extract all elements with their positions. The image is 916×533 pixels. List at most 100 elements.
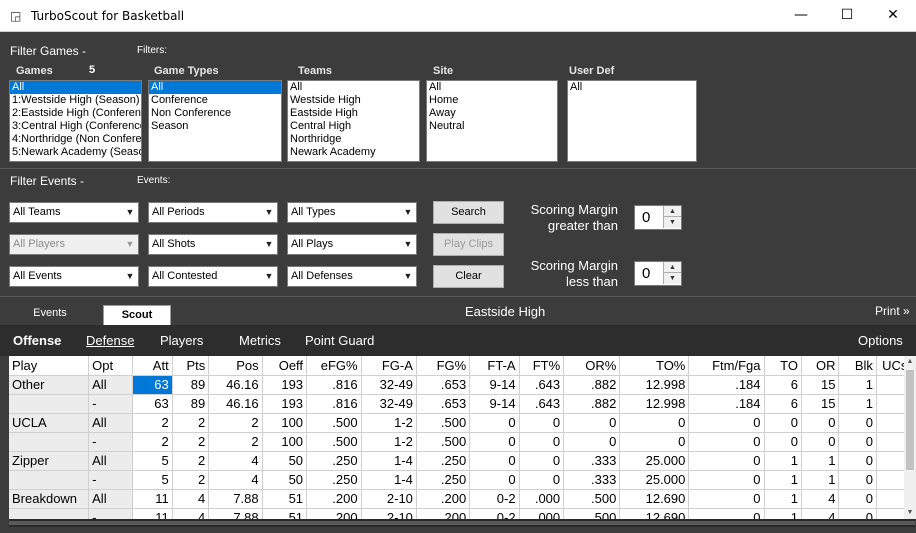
- table-cell[interactable]: .500: [306, 432, 362, 452]
- table-cell[interactable]: 12.998: [619, 375, 690, 395]
- table-cell[interactable]: 2: [172, 451, 210, 471]
- teams-combo[interactable]: All Teams ▼: [9, 202, 139, 223]
- table-cell[interactable]: Breakdown: [9, 489, 90, 509]
- table-cell[interactable]: .500: [416, 413, 471, 433]
- column-header[interactable]: Pos: [208, 356, 263, 376]
- table-cell[interactable]: .200: [306, 489, 362, 509]
- margin-less-spinner[interactable]: 0 ▲ ▼: [634, 261, 682, 286]
- clear-button[interactable]: Clear: [433, 265, 504, 288]
- table-cell[interactable]: All: [88, 451, 134, 471]
- scout-table[interactable]: Play Opt Att Pts Pos Oeff eFG% FG-A FG% …: [9, 356, 915, 519]
- table-cell[interactable]: 0: [519, 432, 565, 452]
- print-button[interactable]: Print »: [875, 304, 910, 318]
- list-item[interactable]: All: [427, 81, 557, 94]
- table-cell[interactable]: All: [88, 375, 134, 395]
- spin-up-icon[interactable]: ▲: [663, 262, 681, 273]
- column-header[interactable]: FG-A: [361, 356, 417, 376]
- table-cell[interactable]: 1: [764, 470, 802, 490]
- table-cell[interactable]: .250: [416, 470, 471, 490]
- table-cell[interactable]: 0: [838, 451, 877, 471]
- table-cell[interactable]: 32-49: [361, 375, 417, 395]
- table-cell[interactable]: .500: [563, 508, 621, 519]
- view-players[interactable]: Players: [160, 333, 203, 348]
- column-header[interactable]: eFG%: [306, 356, 362, 376]
- table-cell[interactable]: 2: [172, 432, 210, 452]
- table-cell[interactable]: 0: [764, 432, 802, 452]
- table-cell[interactable]: .500: [416, 432, 471, 452]
- table-cell[interactable]: 7.88: [208, 508, 263, 519]
- table-cell[interactable]: 0: [838, 470, 877, 490]
- table-cell[interactable]: Zipper: [9, 451, 90, 471]
- column-header[interactable]: Ftm/Fga: [688, 356, 765, 376]
- tab-events[interactable]: Events: [22, 307, 78, 319]
- table-row[interactable]: -222100.5001-2.500000000000: [9, 432, 915, 452]
- table-cell[interactable]: .184: [688, 375, 765, 395]
- list-item[interactable]: Northridge: [288, 133, 419, 146]
- table-row[interactable]: Breakdown All 11 4 7.88 51.200 2-10.200 0-2.000…: [9, 489, 915, 509]
- table-cell[interactable]: .184: [688, 394, 765, 414]
- column-header[interactable]: FT%: [519, 356, 565, 376]
- types-combo[interactable]: All Types ▼: [287, 202, 417, 223]
- table-cell[interactable]: 5: [132, 470, 173, 490]
- column-header[interactable]: TO%: [619, 356, 690, 376]
- table-cell[interactable]: 51: [262, 489, 308, 509]
- table-cell[interactable]: 0: [688, 489, 765, 509]
- table-cell[interactable]: .816: [306, 394, 362, 414]
- table-cell[interactable]: .000: [519, 508, 565, 519]
- table-row[interactable]: UCLAAll222100.5001-2.500000000000: [9, 413, 915, 433]
- table-row[interactable]: -11 4 7.88 51.200 2-10.200 0-2.000.500 12.690 0…: [9, 508, 915, 519]
- table-cell[interactable]: Other: [9, 375, 90, 395]
- table-row[interactable]: -63 89 46.16 193.816 32-49.653 9-14.643.882 12…: [9, 394, 915, 414]
- table-cell[interactable]: 63: [132, 394, 173, 414]
- horizontal-scrollbar[interactable]: [9, 519, 915, 527]
- column-header[interactable]: TO: [764, 356, 802, 376]
- table-cell[interactable]: -: [88, 394, 134, 414]
- table-cell[interactable]: 32-49: [361, 394, 417, 414]
- list-item[interactable]: All: [568, 81, 696, 94]
- table-cell[interactable]: 12.998: [619, 394, 690, 414]
- table-cell[interactable]: 1-4: [361, 470, 417, 490]
- table-cell[interactable]: All: [88, 489, 134, 509]
- table-cell[interactable]: 1: [764, 489, 802, 509]
- scroll-up-icon[interactable]: ▲: [904, 356, 916, 368]
- list-item[interactable]: All: [149, 81, 281, 94]
- table-cell[interactable]: .653: [416, 375, 471, 395]
- table-cell[interactable]: 1: [838, 375, 877, 395]
- table-cell[interactable]: .250: [306, 451, 362, 471]
- table-cell[interactable]: 5: [132, 451, 173, 471]
- table-cell[interactable]: 4: [801, 489, 840, 509]
- table-cell[interactable]: 12.690: [619, 489, 690, 509]
- scroll-thumb[interactable]: [9, 521, 915, 525]
- list-item[interactable]: 4:Northridge (Non Conference): [10, 133, 141, 146]
- table-cell[interactable]: [9, 470, 90, 490]
- table-cell[interactable]: 11: [132, 508, 173, 519]
- table-cell[interactable]: 11: [132, 489, 173, 509]
- table-cell[interactable]: 0: [563, 413, 621, 433]
- spin-down-icon[interactable]: ▼: [663, 273, 681, 284]
- search-button[interactable]: Search: [433, 201, 504, 224]
- table-cell[interactable]: 0: [801, 432, 840, 452]
- table-cell[interactable]: 1: [764, 508, 802, 519]
- table-cell[interactable]: 15: [801, 375, 840, 395]
- table-cell[interactable]: [9, 394, 90, 414]
- table-cell[interactable]: 2: [132, 413, 173, 433]
- table-cell[interactable]: 1: [764, 451, 802, 471]
- table-cell[interactable]: 1: [801, 451, 840, 471]
- table-cell[interactable]: 0: [469, 470, 520, 490]
- table-cell[interactable]: .882: [563, 375, 621, 395]
- table-cell[interactable]: 0: [688, 451, 765, 471]
- table-cell[interactable]: 1-4: [361, 451, 417, 471]
- table-cell[interactable]: 0: [469, 432, 520, 452]
- table-cell[interactable]: 6: [764, 394, 802, 414]
- minimize-button[interactable]: —: [778, 0, 824, 31]
- table-cell[interactable]: 50: [262, 470, 308, 490]
- table-cell[interactable]: .200: [306, 508, 362, 519]
- margin-greater-spinner[interactable]: 0 ▲ ▼: [634, 205, 682, 230]
- list-item[interactable]: Home: [427, 94, 557, 107]
- game-types-list[interactable]: All Conference Non Conference Season: [148, 80, 282, 162]
- list-item[interactable]: All: [10, 81, 141, 94]
- table-cell[interactable]: 2-10: [361, 489, 417, 509]
- stats-grid[interactable]: Play Opt Att Pts Pos Oeff eFG% FG-A FG% …: [9, 356, 915, 519]
- list-item[interactable]: 3:Central High (Conference): [10, 120, 141, 133]
- list-item[interactable]: Westside High: [288, 94, 419, 107]
